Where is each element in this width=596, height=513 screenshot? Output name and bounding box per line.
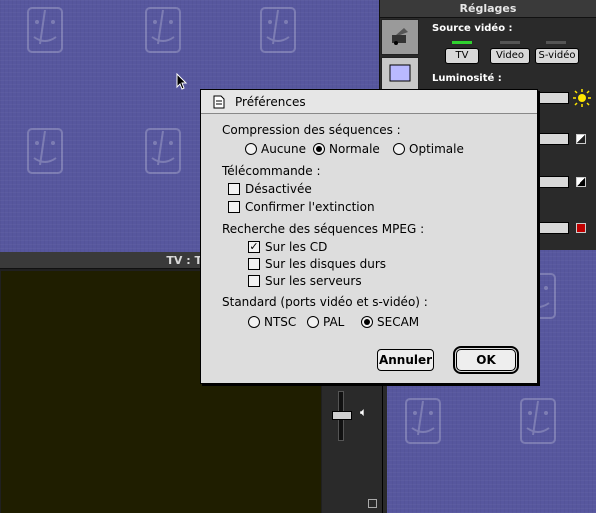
source-video-label: Source vidéo : bbox=[432, 23, 513, 34]
radio-secam[interactable]: SECAM bbox=[361, 315, 419, 329]
mac-face-icon bbox=[22, 125, 68, 177]
dialog-titlebar[interactable]: Préférences bbox=[201, 90, 537, 114]
saturation-slider[interactable] bbox=[535, 176, 569, 188]
ok-button[interactable]: OK bbox=[453, 346, 519, 374]
mpeg-label: Recherche des séquences MPEG : bbox=[222, 222, 425, 236]
checkbox-desactivee[interactable]: Désactivée bbox=[228, 182, 312, 196]
screen-icon bbox=[388, 63, 412, 88]
mac-face-icon bbox=[255, 4, 301, 56]
checkbox-confirmer-label: Confirmer l'extinction bbox=[245, 200, 375, 214]
radio-button[interactable] bbox=[361, 316, 373, 328]
resize-icon[interactable] bbox=[368, 499, 377, 508]
sun-icon bbox=[572, 88, 592, 111]
reglages-title[interactable]: Réglages bbox=[380, 0, 596, 18]
camera-icon bbox=[388, 24, 412, 51]
arrow-cursor-icon bbox=[176, 72, 188, 91]
radio-button[interactable] bbox=[393, 143, 405, 155]
led-tv bbox=[452, 41, 472, 44]
mac-face-icon bbox=[140, 125, 186, 177]
led-svideo bbox=[546, 41, 566, 44]
radio-optimale-label: Optimale bbox=[409, 142, 464, 156]
radio-normale-label: Normale bbox=[329, 142, 380, 156]
radio-ntsc-label: NTSC bbox=[264, 315, 297, 329]
compression-label: Compression des séquences : bbox=[222, 123, 401, 137]
volume-knob[interactable] bbox=[332, 411, 352, 420]
checkbox-checked[interactable]: ✓ bbox=[248, 241, 260, 253]
preferences-document-icon bbox=[213, 95, 225, 109]
mac-face-icon bbox=[140, 4, 186, 56]
checkbox-confirmer-extinction[interactable]: Confirmer l'extinction bbox=[228, 200, 375, 214]
dialog-title: Préférences bbox=[235, 95, 306, 109]
radio-button[interactable] bbox=[313, 143, 325, 155]
checkbox[interactable] bbox=[248, 275, 260, 287]
checkbox-disques-label: Sur les disques durs bbox=[265, 257, 387, 271]
contrast-icon bbox=[576, 134, 586, 144]
radio-aucune-label: Aucune bbox=[261, 142, 307, 156]
mac-face-icon bbox=[515, 395, 561, 447]
checkbox[interactable] bbox=[228, 201, 240, 213]
standard-label: Standard (ports vidéo et s-vidéo) : bbox=[222, 295, 428, 309]
checkbox-cd-label: Sur les CD bbox=[265, 240, 328, 254]
source-svideo-button[interactable]: S-vidéo bbox=[535, 48, 579, 64]
radio-aucune[interactable]: Aucune bbox=[245, 142, 306, 156]
radio-normale[interactable]: Normale bbox=[313, 142, 380, 156]
mac-face-icon bbox=[400, 395, 446, 447]
radio-button[interactable] bbox=[248, 316, 260, 328]
checkbox[interactable] bbox=[228, 183, 240, 195]
checkbox-sur-les-cd[interactable]: ✓ Sur les CD bbox=[248, 240, 327, 254]
mac-face-icon bbox=[22, 4, 68, 56]
checkbox-serveurs[interactable]: Sur les serveurs bbox=[248, 274, 362, 288]
checkbox-serveurs-label: Sur les serveurs bbox=[265, 274, 362, 288]
radio-button[interactable] bbox=[245, 143, 257, 155]
tint-icon bbox=[576, 223, 586, 233]
radio-pal-label: PAL bbox=[323, 315, 345, 329]
radio-pal[interactable]: PAL bbox=[307, 315, 344, 329]
checkbox-desactivee-label: Désactivée bbox=[245, 182, 312, 196]
preferences-dialog: Préférences Compression des séquences : … bbox=[200, 89, 538, 384]
saturation-icon bbox=[576, 177, 586, 187]
telecommande-label: Télécommande : bbox=[222, 164, 321, 178]
speaker-icon[interactable]: 🔈︎ bbox=[360, 405, 367, 420]
source-tv-button[interactable]: TV bbox=[445, 48, 479, 64]
tint-slider[interactable] bbox=[535, 222, 569, 234]
radio-button[interactable] bbox=[307, 316, 319, 328]
luminosite-label: Luminosité : bbox=[432, 73, 502, 84]
tab-picture[interactable] bbox=[381, 57, 419, 93]
cancel-button[interactable]: Annuler bbox=[377, 349, 434, 371]
radio-ntsc[interactable]: NTSC bbox=[248, 315, 296, 329]
radio-optimale[interactable]: Optimale bbox=[393, 142, 464, 156]
contrast-slider[interactable] bbox=[535, 133, 569, 145]
tab-video-source[interactable] bbox=[381, 19, 419, 55]
source-video-button[interactable]: Video bbox=[490, 48, 530, 64]
luminosite-slider[interactable] bbox=[535, 92, 569, 104]
radio-secam-label: SECAM bbox=[377, 315, 420, 329]
led-video bbox=[500, 41, 520, 44]
checkbox[interactable] bbox=[248, 258, 260, 270]
checkbox-disques-durs[interactable]: Sur les disques durs bbox=[248, 257, 386, 271]
